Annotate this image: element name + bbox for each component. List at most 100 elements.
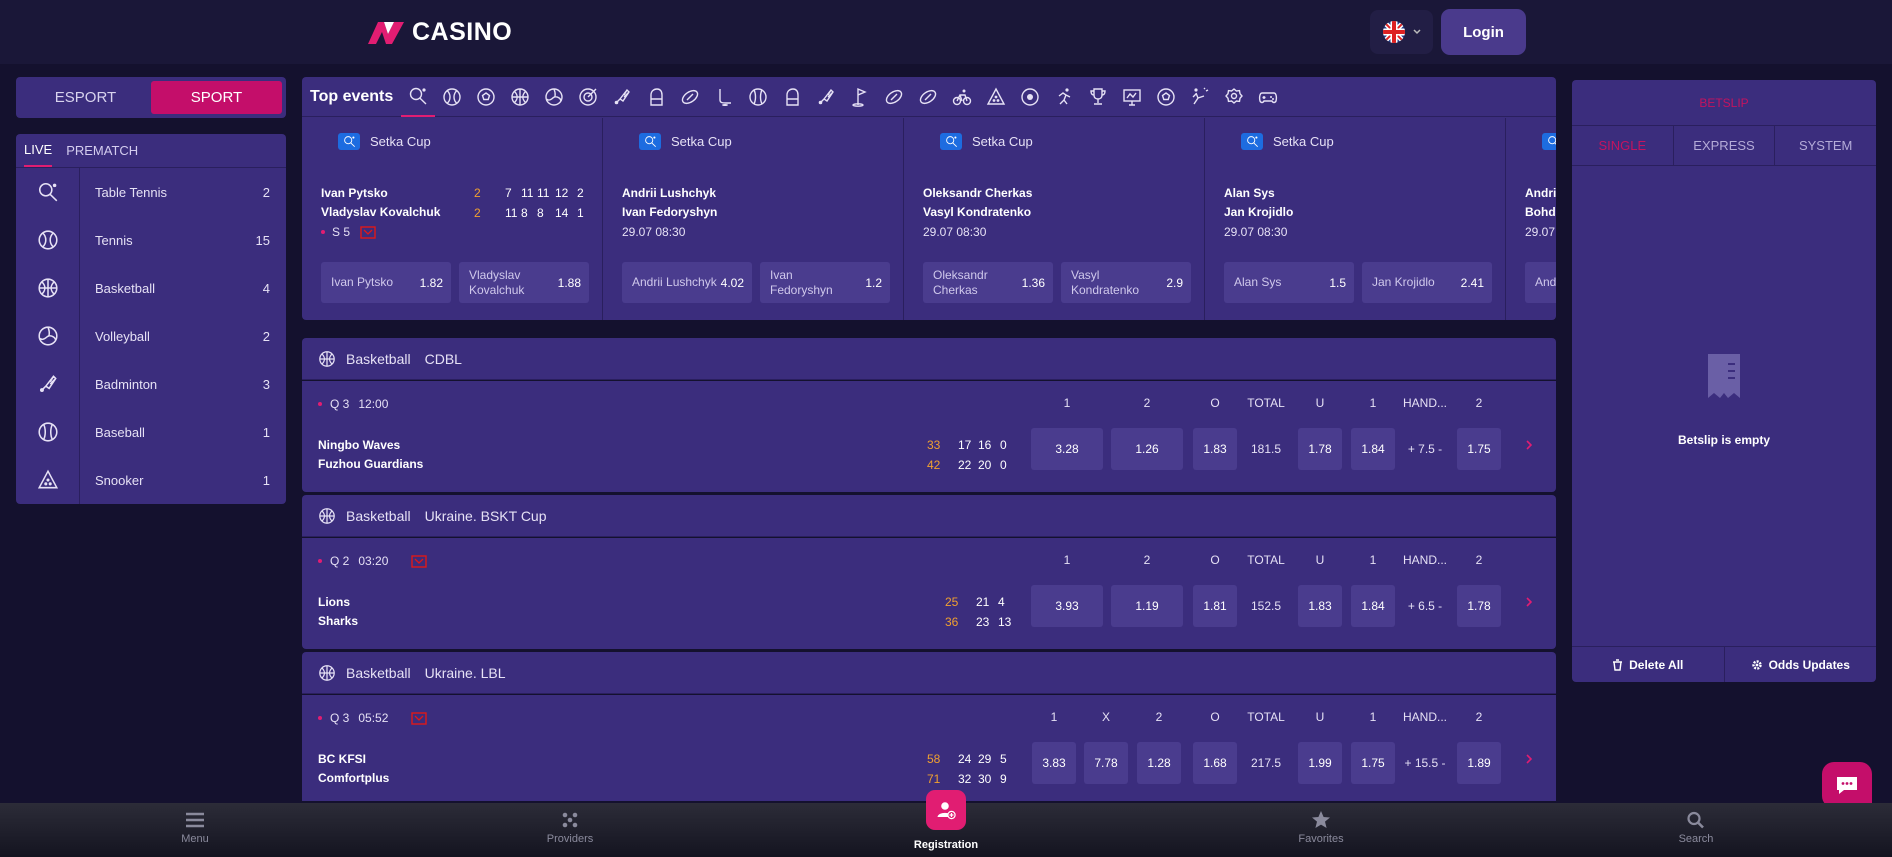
live-stream-icon[interactable] <box>411 554 428 568</box>
odd-button[interactable]: Ivan Pytsko 1.82 <box>321 262 451 303</box>
running-icon[interactable] <box>1047 77 1081 117</box>
golf-icon[interactable] <box>843 77 877 117</box>
odds-updates-button[interactable]: Odds Updates <box>1725 647 1877 682</box>
snooker-icon[interactable] <box>979 77 1013 117</box>
football-icon[interactable] <box>469 77 503 117</box>
tab-express[interactable]: EXPRESS <box>1674 126 1776 165</box>
odd-button[interactable]: 1.26 <box>1111 428 1183 470</box>
sidebar-item-badminton[interactable]: Badminton 3 <box>16 360 286 408</box>
badge-icon[interactable] <box>1217 77 1251 117</box>
hockey-icon[interactable] <box>707 77 741 117</box>
nav-menu[interactable]: Menu <box>135 811 255 845</box>
odd-button[interactable]: Vladyslav Kovalchuk 1.88 <box>459 262 589 303</box>
glove-icon[interactable] <box>775 77 809 117</box>
gamepad-icon[interactable] <box>1251 77 1285 117</box>
odd-button[interactable]: Ivan Fedoryshyn 1.2 <box>760 262 890 303</box>
odd-button[interactable]: 1.78 <box>1457 585 1501 627</box>
odd-button[interactable]: Oleksandr Cherkas 1.36 <box>923 262 1053 303</box>
odd-button[interactable]: 1.83 <box>1193 428 1237 470</box>
match-row[interactable]: Q 2 03:20 Lions Sharks 25 21 4 36 23 13 1 2 O TOTAL U 1… <box>302 538 1556 649</box>
match-league-header[interactable]: Basketball Ukraine. BSKT Cup <box>302 495 1556 537</box>
odd-button[interactable]: 3.28 <box>1031 428 1103 470</box>
chevron-right-icon[interactable] <box>1524 753 1534 765</box>
top-event-card[interactable]: Setka Cup Alan Sys Jan Krojidlo 29.07 08:30… <box>1205 118 1506 320</box>
odd-button[interactable]: 1.84 <box>1351 585 1395 627</box>
odd-button[interactable]: 7.78 <box>1084 742 1128 784</box>
ball-icon[interactable] <box>1013 77 1047 117</box>
odd-button[interactable]: 1.78 <box>1298 428 1342 470</box>
rugby-icon[interactable] <box>877 77 911 117</box>
nav-search[interactable]: Search <box>1636 811 1756 845</box>
rugby-icon[interactable] <box>673 77 707 117</box>
football-icon[interactable] <box>1149 77 1183 117</box>
live-stream-icon[interactable] <box>411 711 428 725</box>
rugby-icon[interactable] <box>911 77 945 117</box>
sidebar-item-snooker[interactable]: Snooker 1 <box>16 456 286 504</box>
registration-button[interactable] <box>926 790 966 830</box>
odd-button[interactable]: 1.89 <box>1457 742 1501 784</box>
odd-button[interactable]: 1.81 <box>1193 585 1237 627</box>
top-events-panel: Top events Setka Cup Ivan Pytsko Vladyslav… <box>302 77 1556 320</box>
sidebar-item-table-tennis[interactable]: Table Tennis 2 <box>16 168 286 216</box>
kick-icon[interactable] <box>1183 77 1217 117</box>
tab-prematch[interactable]: PREMATCH <box>66 135 138 166</box>
sidebar-item-tennis[interactable]: Tennis 15 <box>16 216 286 264</box>
top-event-card[interactable]: Setka Cup Oleksandr Cherkas Vasyl Kondrate… <box>904 118 1205 320</box>
top-event-card[interactable]: Andri Bohd 29.07 And <box>1506 118 1556 320</box>
esport-toggle[interactable]: ESPORT <box>20 81 151 114</box>
team-1: Lions <box>318 595 350 609</box>
badminton-icon[interactable] <box>605 77 639 117</box>
odd-button[interactable]: Jan Krojidlo 2.41 <box>1362 262 1492 303</box>
delete-all-button[interactable]: Delete All <box>1572 647 1725 682</box>
tab-system[interactable]: SYSTEM <box>1775 126 1876 165</box>
match-row[interactable]: Q 3 05:52 BC KFSI Comfortplus 58 24 29 5 71 32 30 9… <box>302 695 1556 801</box>
match-league-header[interactable]: Basketball CDBL <box>302 338 1556 380</box>
nav-registration[interactable]: Registration <box>886 839 1006 851</box>
language-selector[interactable] <box>1370 10 1433 54</box>
odd-button[interactable]: 1.84 <box>1351 428 1395 470</box>
trophy-icon[interactable] <box>1081 77 1115 117</box>
odd-button[interactable]: 1.83 <box>1298 585 1342 627</box>
sidebar-item-baseball[interactable]: Baseball 1 <box>16 408 286 456</box>
match-league-header[interactable]: Basketball Ukraine. LBL <box>302 652 1556 694</box>
odd-button[interactable]: Andrii Lushchyk 4.02 <box>622 262 752 303</box>
chat-button[interactable] <box>1822 762 1872 808</box>
odd-button[interactable]: 1.75 <box>1457 428 1501 470</box>
glove-icon[interactable] <box>639 77 673 117</box>
match-row[interactable]: Q 3 12:00 Ningbo Waves Fuzhou Guardians 33 17… <box>302 381 1556 492</box>
odd-button[interactable]: 1.68 <box>1193 742 1237 784</box>
odd-button[interactable]: And <box>1525 262 1556 303</box>
top-event-card[interactable]: Setka Cup Ivan Pytsko Vladyslav Kovalchuk 2… <box>302 118 603 320</box>
nav-favorites[interactable]: Favorites <box>1261 811 1381 845</box>
nav-providers[interactable]: Providers <box>510 811 630 845</box>
odd-button[interactable]: 3.93 <box>1031 585 1103 627</box>
screen-icon[interactable] <box>1115 77 1149 117</box>
chevron-right-icon[interactable] <box>1524 439 1534 451</box>
odd-button[interactable]: Vasyl Kondratenko 2.9 <box>1061 262 1191 303</box>
login-button[interactable]: Login <box>1441 9 1526 55</box>
badminton-icon[interactable] <box>809 77 843 117</box>
sidebar-item-volleyball[interactable]: Volleyball 2 <box>16 312 286 360</box>
logo[interactable]: CASINO <box>366 18 512 47</box>
basketball-icon[interactable] <box>503 77 537 117</box>
chevron-right-icon[interactable] <box>1524 596 1534 608</box>
top-event-card[interactable]: Setka Cup Andrii Lushchyk Ivan Fedoryshyn 2… <box>603 118 904 320</box>
tab-live[interactable]: LIVE <box>24 134 53 167</box>
live-stream-icon[interactable] <box>360 225 376 239</box>
cycling-icon[interactable] <box>945 77 979 117</box>
odd-button[interactable]: 3.83 <box>1032 742 1076 784</box>
tennis-icon[interactable] <box>435 77 469 117</box>
baseball-icon[interactable] <box>741 77 775 117</box>
odd-button[interactable]: 1.99 <box>1298 742 1342 784</box>
match-league: CDBL <box>424 350 462 367</box>
odd-button[interactable]: 1.28 <box>1137 742 1181 784</box>
table-tennis-icon[interactable] <box>401 77 436 117</box>
odd-button[interactable]: 1.19 <box>1111 585 1183 627</box>
dart-icon[interactable] <box>571 77 605 117</box>
odd-button[interactable]: 1.75 <box>1351 742 1395 784</box>
sport-toggle[interactable]: SPORT <box>151 81 282 114</box>
volleyball-icon[interactable] <box>537 77 571 117</box>
odd-button[interactable]: Alan Sys 1.5 <box>1224 262 1354 303</box>
tab-single[interactable]: SINGLE <box>1572 126 1674 165</box>
sidebar-item-basketball[interactable]: Basketball 4 <box>16 264 286 312</box>
